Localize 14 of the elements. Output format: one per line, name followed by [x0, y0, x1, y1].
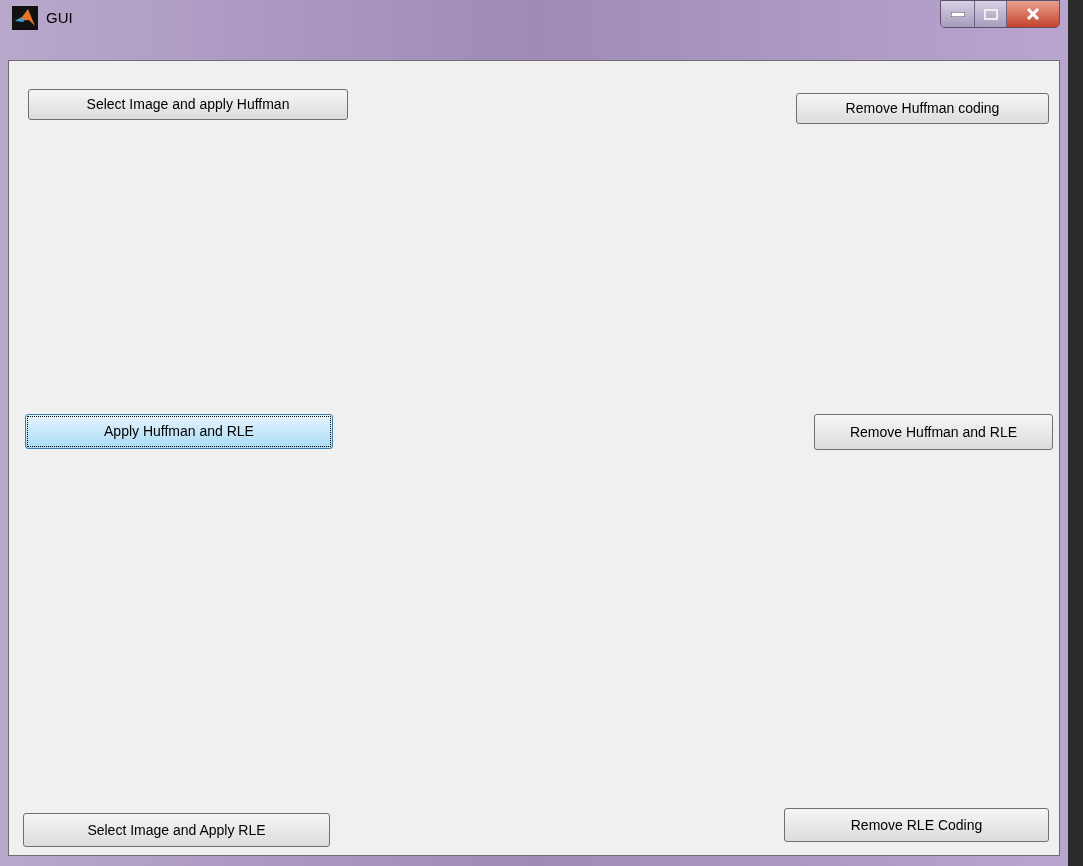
action-button[interactable]: Remove RLE Coding: [784, 808, 1049, 843]
maximize-button[interactable]: [975, 1, 1007, 27]
minimize-icon: [950, 11, 965, 17]
window-title: GUI: [46, 7, 73, 28]
close-icon: [1026, 8, 1040, 20]
action-button[interactable]: Apply Huffman and RLE: [25, 414, 333, 450]
action-button[interactable]: Remove Huffman coding: [796, 93, 1049, 124]
minimize-button[interactable]: [941, 1, 975, 27]
action-button[interactable]: Select Image and apply Huffman: [28, 89, 348, 120]
maximize-icon: [983, 8, 998, 20]
close-button[interactable]: [1007, 1, 1059, 27]
action-button[interactable]: Select Image and Apply RLE: [23, 813, 330, 848]
action-button[interactable]: Remove Huffman and RLE: [814, 414, 1053, 451]
app-logo-icon: [12, 6, 38, 30]
